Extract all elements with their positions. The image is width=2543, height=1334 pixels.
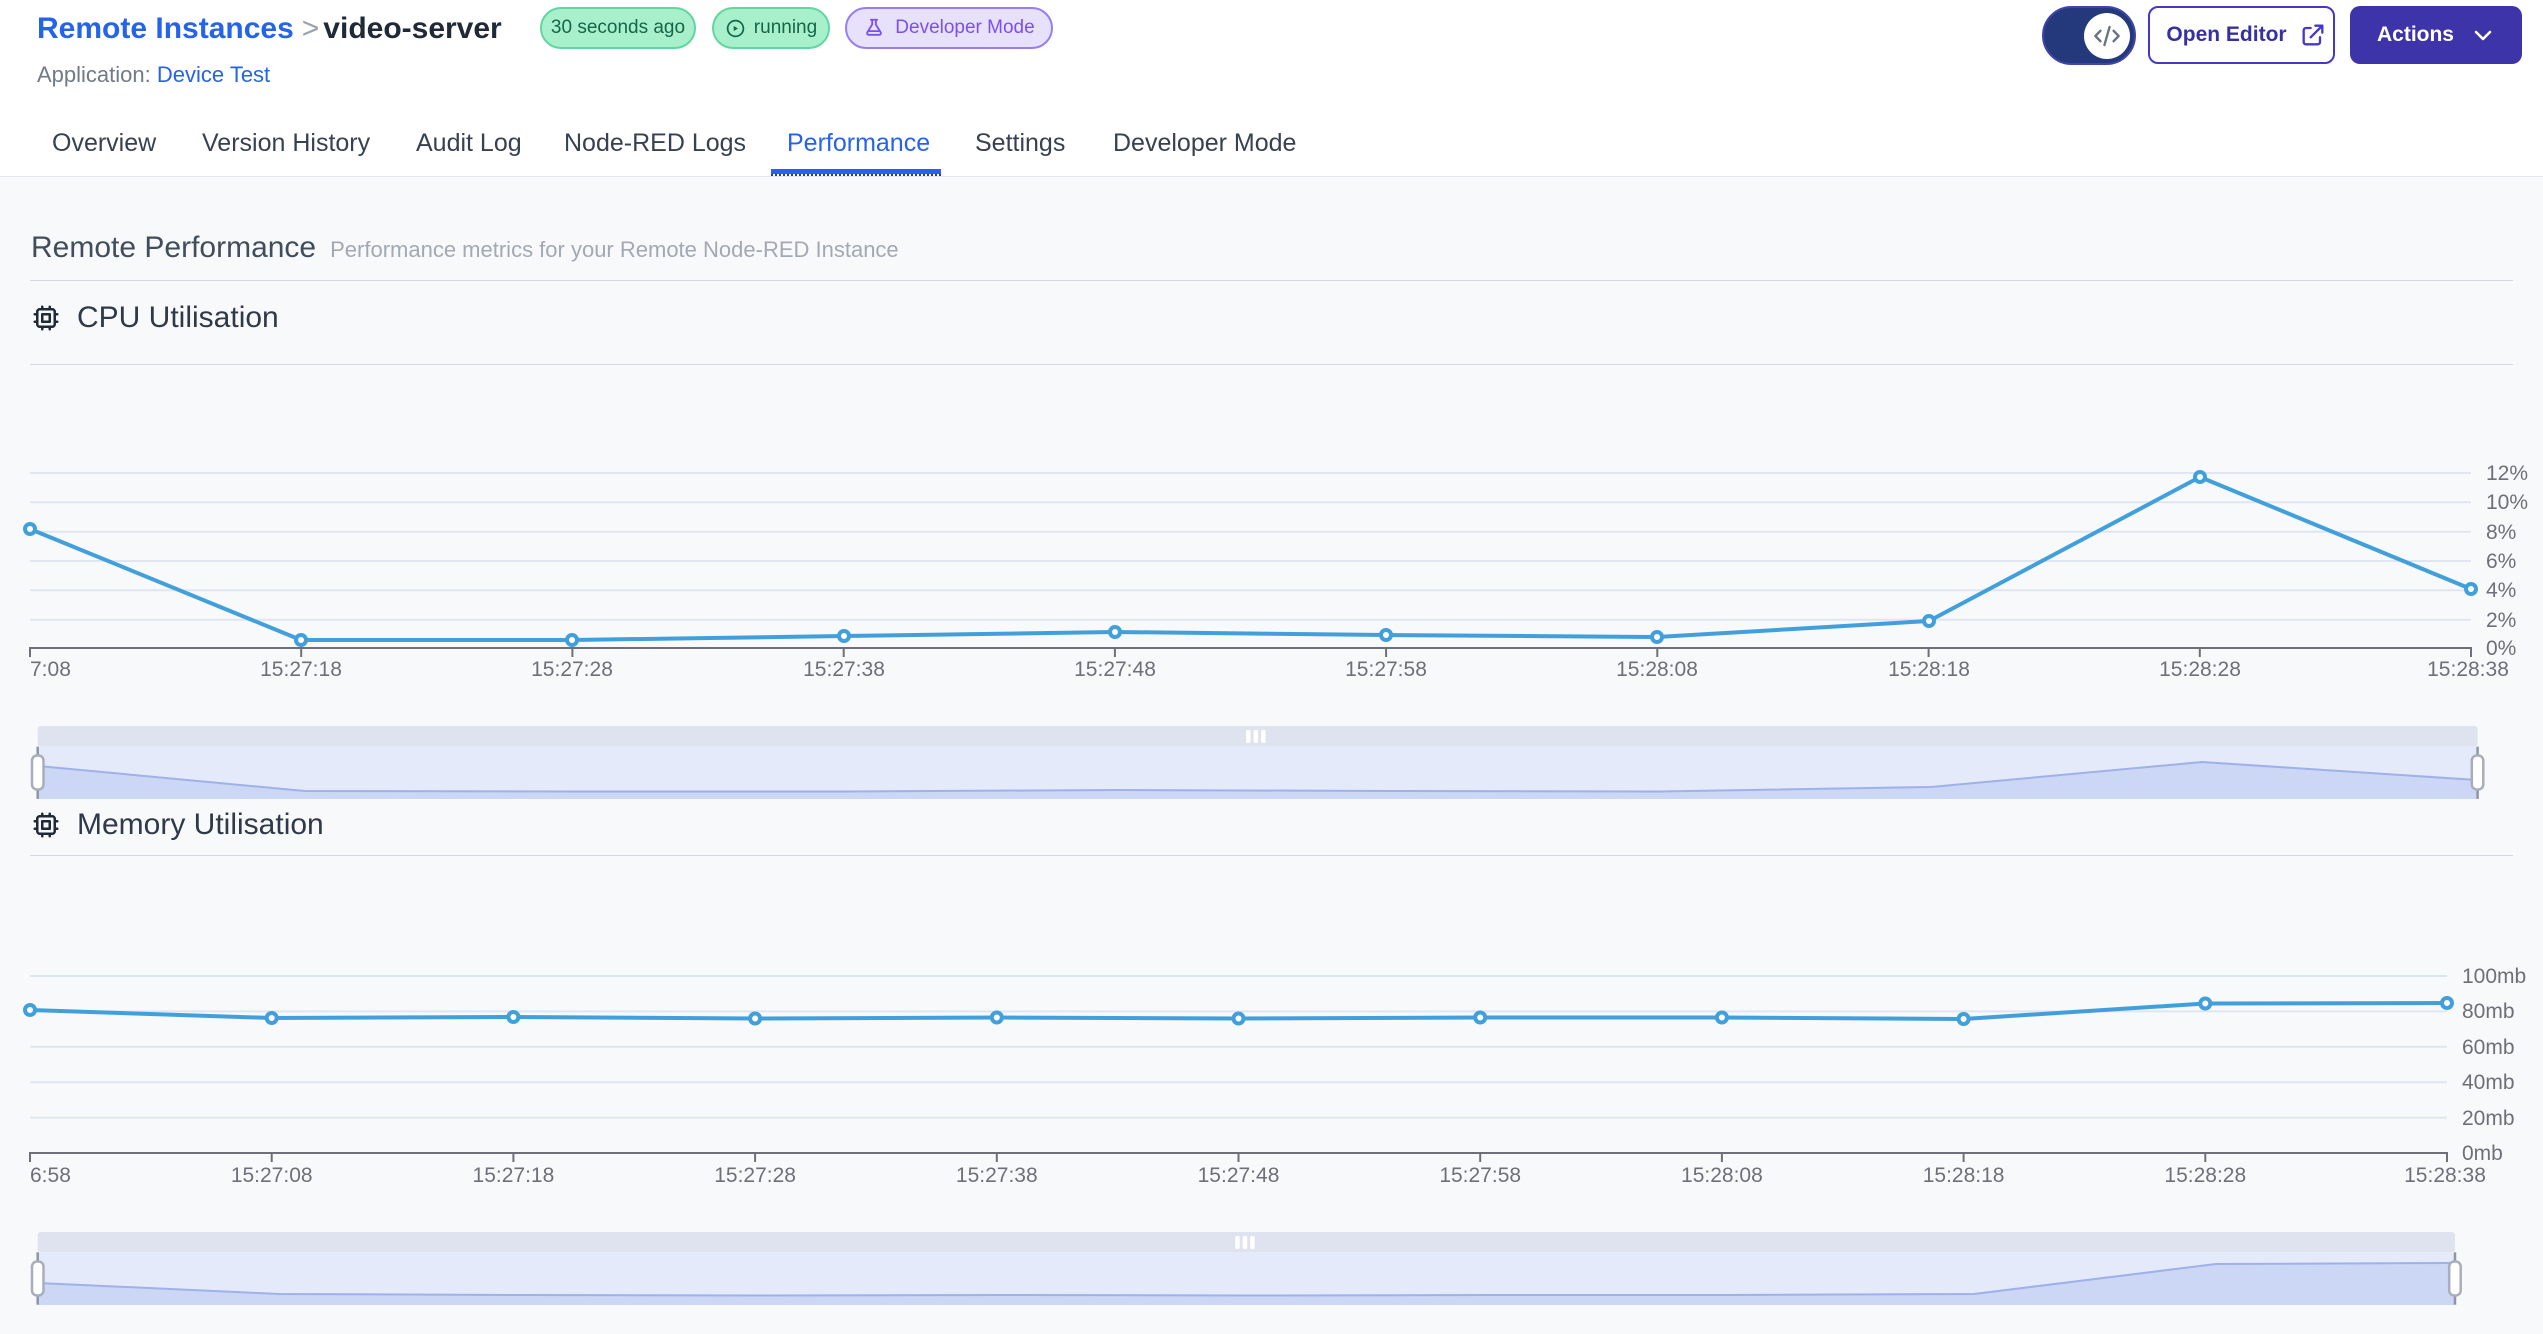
svg-text:12%: 12%: [2486, 462, 2528, 485]
svg-text:15:27:28: 15:27:28: [531, 658, 613, 681]
svg-text:80mb: 80mb: [2462, 1000, 2515, 1023]
svg-text:6:58: 6:58: [30, 1164, 71, 1187]
svg-text:15:28:38: 15:28:38: [2404, 1164, 2486, 1187]
svg-text:60mb: 60mb: [2462, 1036, 2515, 1059]
svg-text:15:28:08: 15:28:08: [1616, 658, 1698, 681]
svg-text:0mb: 0mb: [2462, 1142, 2503, 1165]
svg-text:100mb: 100mb: [2462, 965, 2526, 988]
svg-text:15:27:38: 15:27:38: [956, 1164, 1038, 1187]
svg-text:0%: 0%: [2486, 637, 2516, 660]
svg-text:15:27:18: 15:27:18: [473, 1164, 555, 1187]
svg-text:7:08: 7:08: [30, 658, 71, 681]
svg-text:40mb: 40mb: [2462, 1071, 2515, 1094]
svg-text:15:27:48: 15:27:48: [1198, 1164, 1280, 1187]
svg-text:8%: 8%: [2486, 521, 2516, 544]
svg-text:15:27:48: 15:27:48: [1074, 658, 1156, 681]
svg-text:20mb: 20mb: [2462, 1107, 2515, 1130]
svg-text:6%: 6%: [2486, 550, 2516, 573]
svg-text:15:28:08: 15:28:08: [1681, 1164, 1763, 1187]
svg-text:2%: 2%: [2486, 609, 2516, 632]
svg-text:15:28:18: 15:28:18: [1888, 658, 1970, 681]
svg-text:15:28:38: 15:28:38: [2427, 658, 2509, 681]
svg-text:15:27:18: 15:27:18: [260, 658, 342, 681]
svg-text:15:27:58: 15:27:58: [1345, 658, 1427, 681]
svg-text:15:27:28: 15:27:28: [714, 1164, 796, 1187]
svg-text:15:27:08: 15:27:08: [231, 1164, 313, 1187]
svg-text:15:28:18: 15:28:18: [1923, 1164, 2005, 1187]
svg-text:15:28:28: 15:28:28: [2164, 1164, 2246, 1187]
svg-text:4%: 4%: [2486, 579, 2516, 602]
svg-text:15:28:28: 15:28:28: [2159, 658, 2241, 681]
svg-text:15:27:38: 15:27:38: [803, 658, 885, 681]
svg-text:10%: 10%: [2486, 491, 2528, 514]
svg-text:15:27:58: 15:27:58: [1439, 1164, 1521, 1187]
